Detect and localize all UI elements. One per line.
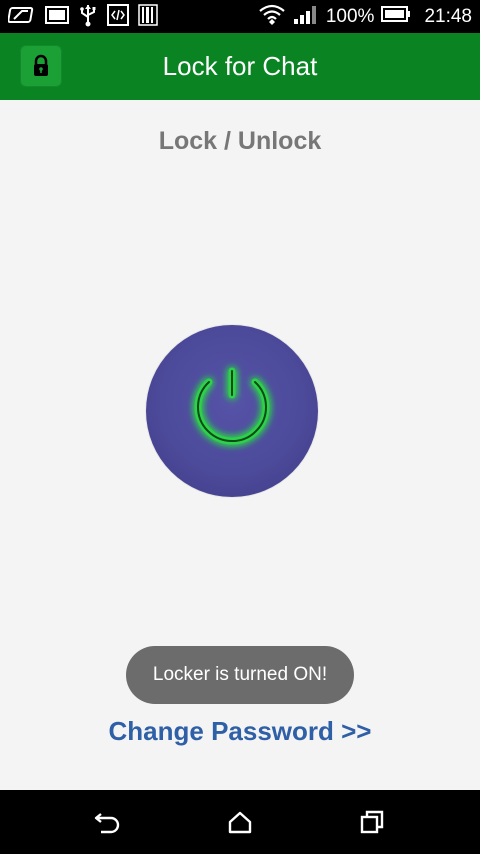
app-title: Lock for Chat	[162, 51, 318, 81]
gallery-icon	[45, 5, 69, 30]
toast-message: Locker is turned ON!	[126, 646, 354, 704]
page-heading: Lock / Unlock	[158, 127, 322, 155]
nav-bar	[0, 790, 480, 854]
status-icons-left	[7, 3, 158, 32]
home-icon	[228, 811, 252, 834]
code-icon	[107, 3, 129, 31]
wifi-icon	[258, 2, 286, 31]
app-bar: Lock for Chat	[0, 33, 480, 100]
back-icon	[94, 813, 120, 834]
usb-icon	[78, 3, 98, 32]
status-bar: 100% 21:48	[0, 0, 480, 33]
recents-icon	[360, 810, 384, 834]
screen: 100% 21:48 Lock for Chat Lock / Unlock L…	[0, 0, 480, 854]
barcode-icon	[138, 3, 158, 31]
battery-percent: 100%	[325, 6, 375, 27]
home-button[interactable]	[222, 804, 258, 840]
back-button[interactable]	[90, 804, 126, 840]
power-icon	[194, 367, 270, 445]
clock: 21:48	[424, 6, 472, 27]
battery-icon	[381, 6, 411, 27]
notification-icon	[7, 5, 36, 30]
signal-icon	[293, 3, 319, 30]
change-password-link[interactable]: Change Password >>	[0, 716, 480, 747]
power-toggle-button[interactable]	[146, 325, 318, 497]
recents-button[interactable]	[354, 804, 390, 840]
status-icons-right: 100% 21:48	[258, 0, 472, 33]
